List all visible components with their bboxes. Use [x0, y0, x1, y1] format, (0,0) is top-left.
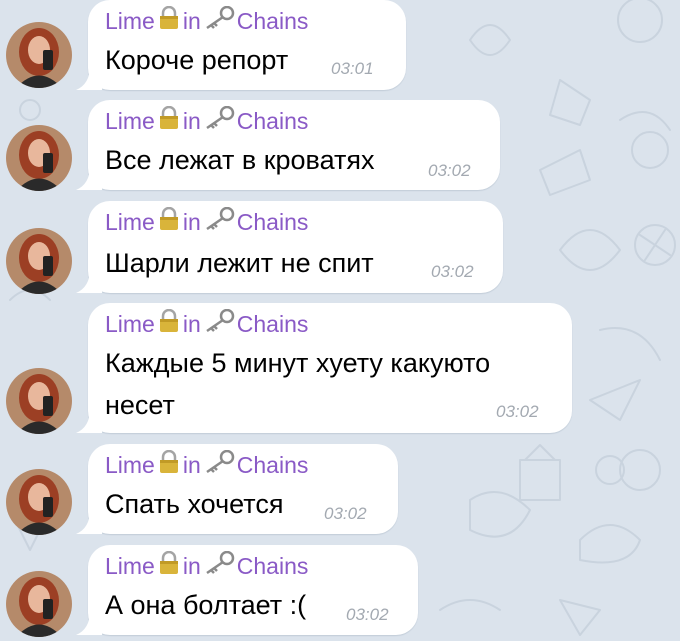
key-icon: [202, 449, 236, 480]
key-icon: [202, 5, 236, 36]
sender-name-part: Lime: [105, 208, 155, 235]
message-bubble[interactable]: Lime in Chains А она болтает :( 03:02: [76, 545, 418, 635]
bubble-tail: [76, 66, 102, 90]
message-row: Lime in Chains Шарли лежит не спит 03:02: [0, 201, 680, 296]
message-text: А она болтает :(: [105, 590, 307, 620]
message-text: Короче репорт: [105, 45, 289, 75]
bubble-tail: [76, 269, 102, 293]
key-icon: [202, 550, 236, 581]
key-icon: [202, 206, 236, 237]
message-time: 03:02: [496, 402, 539, 421]
avatar-photo: [6, 469, 72, 535]
message-row: Lime in Chains А она болтает :( 03:02: [0, 545, 680, 641]
sender-name[interactable]: Lime in Chains: [105, 105, 309, 136]
message-text-line: несет: [105, 390, 175, 420]
bubble-tail: [76, 510, 102, 534]
sender-name[interactable]: Lime in Chains: [105, 308, 309, 339]
message-text-line: Каждые 5 минут хуету какуюто: [105, 348, 491, 378]
sender-name-part: in: [182, 107, 201, 134]
sender-name[interactable]: Lime in Chains: [105, 550, 309, 581]
message-bubble[interactable]: Lime in Chains Короче репорт 03:01: [76, 0, 406, 90]
sender-name-part: in: [182, 7, 201, 34]
bubble-tail: [76, 409, 102, 433]
message-bubble[interactable]: Lime in Chains Каждые 5 минут хуету каку…: [76, 303, 572, 433]
message-bubble[interactable]: Lime in Chains Спать хочется 03:02: [76, 444, 398, 534]
message-text: Шарли лежит не спит: [105, 248, 374, 278]
bubble-tail: [76, 166, 102, 190]
sender-name-part: Chains: [236, 552, 309, 579]
lock-icon: [156, 206, 182, 237]
avatar[interactable]: [6, 22, 72, 88]
message-bubble[interactable]: Lime in Chains Шарли лежит не спит 03:02: [76, 201, 503, 293]
sender-name-part: in: [182, 208, 201, 235]
sender-name-part: in: [182, 552, 201, 579]
message-time: 03:02: [346, 605, 389, 624]
avatar[interactable]: [6, 125, 72, 191]
message-text: Все лежат в кроватях: [105, 145, 375, 175]
sender-name-part: Lime: [105, 107, 155, 134]
key-icon: [202, 308, 236, 339]
message-time: 03:02: [428, 161, 471, 180]
message-time: 03:01: [331, 59, 374, 78]
avatar-photo: [6, 22, 72, 88]
message-row: Lime in Chains Короче репорт 03:01: [0, 0, 680, 95]
sender-name[interactable]: Lime in Chains: [105, 449, 309, 480]
sender-name-part: in: [182, 310, 201, 337]
avatar[interactable]: [6, 228, 72, 294]
lock-icon: [156, 308, 182, 339]
sender-name[interactable]: Lime in Chains: [105, 5, 309, 36]
message-row: Lime in Chains Спать хочется 03:02: [0, 444, 680, 539]
message-row: Lime in Chains Каждые 5 минут хуету каку…: [0, 303, 680, 438]
avatar-photo: [6, 571, 72, 637]
message-bubble[interactable]: Lime in Chains Все лежат в кроватях 03:0…: [76, 100, 500, 190]
sender-name-part: Lime: [105, 552, 155, 579]
sender-name-part: Lime: [105, 7, 155, 34]
sender-name-part: Chains: [236, 208, 309, 235]
avatar[interactable]: [6, 368, 72, 434]
avatar-photo: [6, 125, 72, 191]
message-text: Спать хочется: [105, 489, 284, 519]
lock-icon: [156, 5, 182, 36]
lock-icon: [156, 449, 182, 480]
message-time: 03:02: [324, 504, 367, 523]
sender-name-part: Lime: [105, 310, 155, 337]
bubble-tail: [76, 611, 102, 635]
sender-name-part: Chains: [236, 310, 309, 337]
sender-name[interactable]: Lime in Chains: [105, 206, 309, 237]
message-row: Lime in Chains Все лежат в кроватях 03:0…: [0, 100, 680, 195]
sender-name-part: Chains: [236, 7, 309, 34]
avatar[interactable]: [6, 469, 72, 535]
key-icon: [202, 105, 236, 136]
avatar[interactable]: [6, 571, 72, 637]
lock-icon: [156, 105, 182, 136]
message-time: 03:02: [431, 262, 474, 281]
avatar-photo: [6, 368, 72, 434]
avatar-photo: [6, 228, 72, 294]
sender-name-part: Chains: [236, 107, 309, 134]
sender-name-part: Lime: [105, 451, 155, 478]
sender-name-part: in: [182, 451, 201, 478]
lock-icon: [156, 550, 182, 581]
sender-name-part: Chains: [236, 451, 309, 478]
